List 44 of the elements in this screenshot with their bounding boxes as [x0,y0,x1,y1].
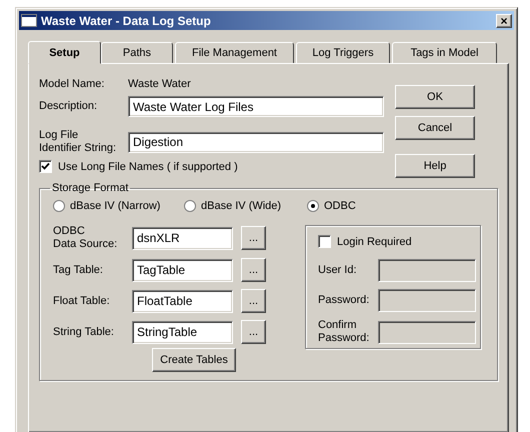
radio-button[interactable] [307,200,319,212]
close-button[interactable]: × [496,14,512,28]
tab[interactable]: Setup [28,41,101,64]
dialog-button[interactable]: OK [395,85,475,109]
checkbox-label: Login Required [337,236,412,248]
browse-button[interactable]: ... [241,226,266,250]
checkbox[interactable] [39,160,52,173]
checkbox-label: Use Long File Names ( if supported ) [58,160,238,172]
radio-label: dBase IV (Wide) [201,200,282,212]
browse-button[interactable]: ... [241,258,266,282]
create-tables-button[interactable]: Create Tables [152,348,236,372]
browse-button[interactable]: ... [241,289,266,313]
field-label: Confirm Password: [318,319,370,345]
browse-button[interactable]: ... [241,320,266,344]
field-label: Float Table: [53,294,111,308]
field-label: Model Name: [39,78,106,90]
field-label: String Table: [53,326,115,338]
tab[interactable]: Log Triggers [296,42,390,63]
window-title: Waste Water - Data Log Setup [41,14,212,28]
checkbox[interactable] [318,235,331,248]
radio-button[interactable] [53,200,65,212]
table-name-field[interactable]: FloatTable [132,290,233,312]
identifier-field[interactable]: Digestion [128,132,384,152]
model-name-value: Waste Water [128,78,191,90]
window-icon [21,14,37,27]
group-title: Storage Format [51,182,130,194]
radio-label: ODBC [324,200,356,212]
tab[interactable]: Paths [101,42,173,63]
field-label: Password: [318,294,370,307]
table-name-field[interactable]: TagTable [132,258,233,282]
field-label: ODBC Data Source: [53,225,118,251]
dialog-button[interactable]: Help [395,154,475,178]
table-name-field[interactable]: dsnXLR [132,226,233,250]
radio-label: dBase IV (Narrow) [70,200,160,212]
description-field[interactable]: Waste Water Log Files [128,96,384,117]
field-label: Description: [39,100,98,113]
field-label: User Id: [318,264,358,277]
field-label: Tag Table: [53,264,104,276]
field-label: Log File Identifier String: [39,129,118,155]
radio-button[interactable] [184,200,196,212]
table-name-field[interactable]: StringTable [132,320,233,344]
tab[interactable]: File Management [175,42,294,63]
tab[interactable]: Tags in Model [392,42,497,63]
dialog-button[interactable]: Cancel [395,116,475,140]
